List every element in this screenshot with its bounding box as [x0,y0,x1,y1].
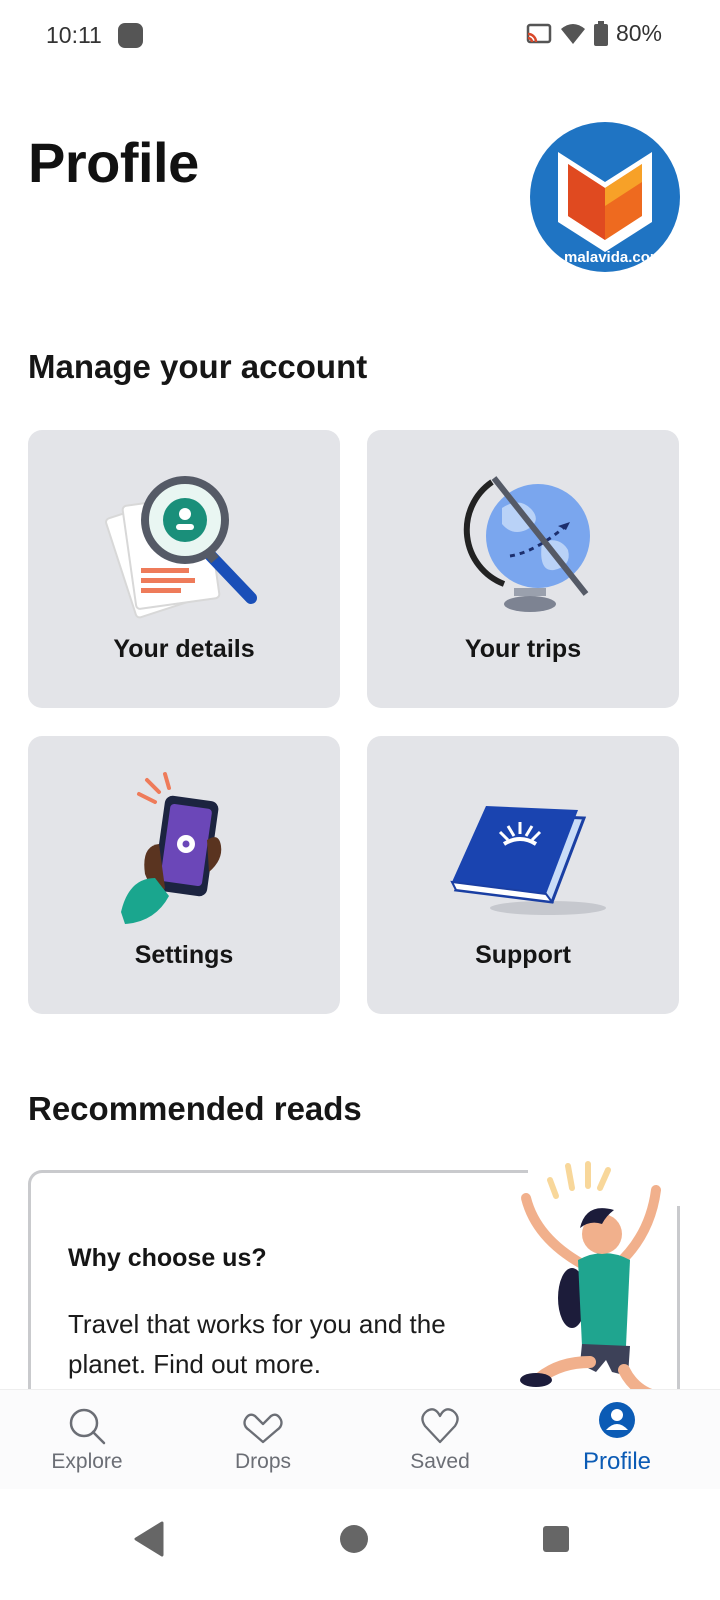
your-details-label: Your details [113,635,255,663]
your-details-tile[interactable]: Your details [28,430,340,708]
back-icon[interactable] [120,1509,180,1569]
nav-profile-label: Profile [582,1448,652,1475]
card-text: Travel that works for you and the planet… [68,1309,446,1379]
page-title: Profile [28,131,199,194]
happy-traveller-illustration-icon [520,1161,661,1402]
your-trips-tile[interactable]: Your trips [367,430,679,708]
book-illustration-icon [450,806,606,915]
manage-account-title: Manage your account [28,348,368,385]
details-illustration-icon [105,476,257,619]
battery-level: 80% [615,20,662,46]
notification-icon [118,23,143,48]
nav-explore-label: Explore [51,1450,123,1473]
avatar-caption: malavida.com [564,249,664,266]
recents-icon[interactable] [526,1509,586,1569]
battery-icon [593,20,608,46]
nav-drops-label: Drops [234,1450,292,1473]
status-time: 10:11 [46,22,102,48]
support-tile[interactable]: Support [367,736,679,1014]
settings-tile[interactable]: Settings [28,736,340,1014]
your-trips-label: Your trips [464,635,582,663]
nav-saved[interactable]: Saved [365,1390,515,1490]
nav-explore[interactable]: Explore [12,1390,162,1490]
status-icons: 80% [526,20,662,47]
cast-icon [526,23,552,43]
bottom-nav: Explore Drops Saved Profile [0,1389,720,1489]
nav-profile[interactable]: Profile [542,1390,692,1490]
home-icon[interactable] [324,1509,384,1569]
profile-icon [599,1402,635,1438]
wifi-icon [560,23,585,44]
system-navigation-bar [0,1489,720,1600]
nav-saved-label: Saved [410,1450,470,1473]
globe-illustration-icon [463,476,590,612]
status-bar: 10:11 80% [0,0,720,72]
heart-icon [421,1408,459,1444]
settings-label: Settings [134,941,234,969]
nav-drops[interactable]: Drops [188,1390,338,1490]
drops-icon [243,1413,283,1444]
avatar[interactable]: malavida.com [530,122,680,272]
phone-settings-illustration-icon [121,772,222,924]
recommended-reads-title: Recommended reads [28,1090,362,1127]
card-title: Why choose us? [68,1244,267,1272]
search-icon [69,1408,106,1445]
support-label: Support [475,941,571,969]
